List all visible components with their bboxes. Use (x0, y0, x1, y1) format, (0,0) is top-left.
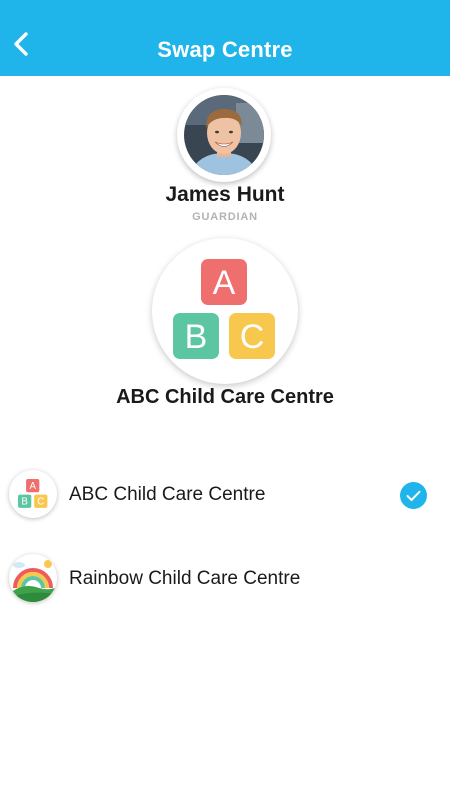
selected-centre-name: ABC Child Care Centre (116, 386, 334, 408)
profile-photo (184, 95, 264, 175)
app-header: Swap Centre (0, 0, 450, 76)
swap-centre-screen: Swap Centre James Hunt GUARDIAN A B C AB… (0, 0, 450, 800)
list-item-rainbow-child-care[interactable]: Rainbow Child Care Centre (0, 536, 450, 620)
block-letter-b: B (185, 318, 208, 356)
block-letter-c: C (240, 318, 265, 356)
profile-role: GUARDIAN (192, 211, 258, 223)
list-item-label: Rainbow Child Care Centre (69, 568, 301, 589)
rainbow-icon (9, 554, 57, 602)
block-letter-a: A (29, 481, 36, 492)
block-letter-b: B (21, 497, 28, 508)
profile-name: James Hunt (165, 183, 285, 206)
centre-list: A B C ABC Child Care Centre Rainbow Chil… (0, 452, 450, 620)
selected-centre-logo: A B C (152, 238, 298, 384)
check-icon (400, 482, 427, 509)
abc-blocks-icon: A B C (9, 470, 57, 518)
list-item-label: ABC Child Care Centre (69, 484, 266, 505)
list-item-abc-child-care[interactable]: A B C ABC Child Care Centre (0, 452, 450, 536)
block-letter-c: C (37, 497, 44, 508)
abc-blocks-icon: A B C (173, 259, 275, 359)
page-title: Swap Centre (157, 37, 293, 62)
avatar (177, 88, 271, 182)
block-letter-a: A (213, 264, 236, 302)
